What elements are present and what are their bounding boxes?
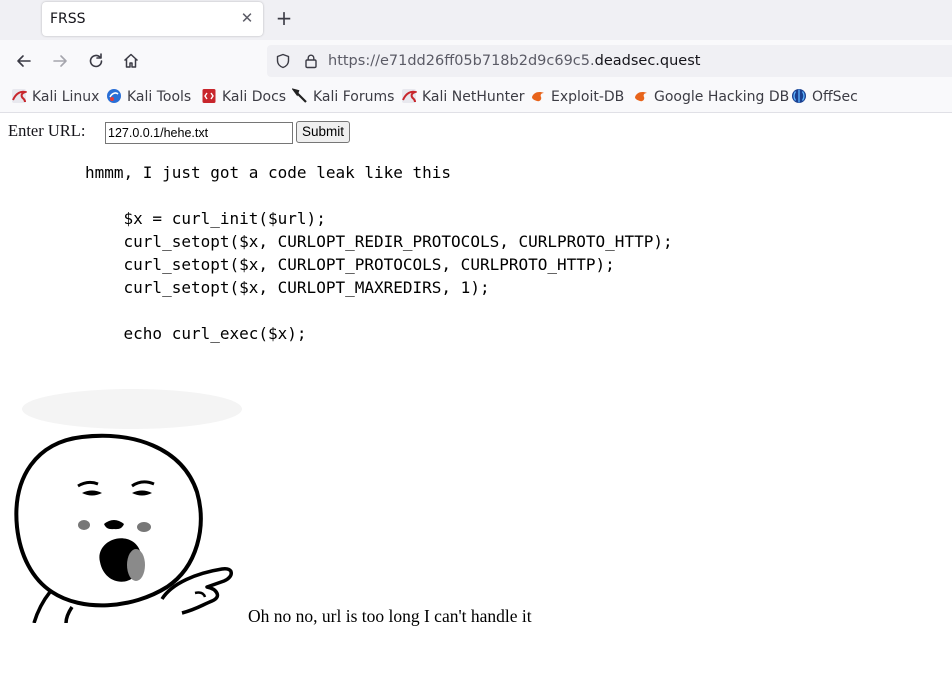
kali-tools-icon [107, 89, 121, 103]
exploit-db-icon [532, 92, 544, 102]
bookmark-kali-linux[interactable]: Kali Linux [11, 88, 99, 106]
kali-dragon-icon [402, 89, 417, 103]
bookmark-kali-tools[interactable]: Kali Tools [106, 88, 191, 106]
page-content: Enter URL: 127.0.0.1/hehe.txt Submit hmm… [0, 113, 952, 686]
url-text[interactable]: https://e71dd26ff05b718b2d9c69c5.deadsec… [328, 53, 700, 69]
kali-docs-icon [202, 89, 216, 103]
forward-arrow-icon[interactable] [50, 51, 70, 71]
shield-icon[interactable] [275, 53, 291, 69]
offsec-icon [792, 89, 806, 103]
kali-forums-icon [292, 88, 307, 103]
address-bar[interactable]: https://e71dd26ff05b718b2d9c69c5.deadsec… [267, 45, 952, 77]
caption-text: Oh no no, url is too long I can't handle… [248, 606, 532, 626]
bookmark-label: Exploit-DB [551, 89, 625, 105]
url-prefix: https://e71dd26ff05b718b2d9c69c5. [328, 53, 595, 69]
bookmark-kali-forums[interactable]: Kali Forums [292, 88, 394, 106]
exploit-db-icon [635, 92, 647, 102]
meme-face-image [14, 389, 242, 623]
bookmark-label: Kali Linux [32, 89, 100, 105]
tab-frss[interactable]: FRSS ✕ [42, 2, 263, 36]
bookmark-label: Kali Docs [222, 89, 287, 105]
bookmark-label: Kali Forums [313, 89, 395, 105]
bookmark-label: OffSec [812, 89, 858, 105]
close-icon[interactable]: ✕ [239, 10, 255, 26]
bookmark-label: Kali Tools [127, 89, 192, 105]
tab-title: FRSS [50, 11, 86, 27]
reload-icon[interactable] [86, 51, 106, 71]
home-icon[interactable] [121, 51, 141, 71]
bookmark-label: Google Hacking DB [654, 89, 790, 105]
navigation-bar: https://e71dd26ff05b718b2d9c69c5.deadsec… [0, 40, 952, 82]
submit-button[interactable]: Submit [296, 121, 350, 143]
bookmark-exploit-db[interactable]: Exploit-DB [530, 88, 624, 106]
url-input[interactable]: 127.0.0.1/hehe.txt [105, 122, 293, 144]
bookmark-label: Kali NetHunter [422, 89, 525, 105]
tab-strip: FRSS ✕ + [0, 0, 952, 40]
back-arrow-icon[interactable] [14, 51, 34, 71]
new-tab-plus-icon[interactable]: + [274, 8, 294, 28]
bookmarks-toolbar: Kali Linux Kali Tools Kali Docs Kali For… [0, 82, 952, 113]
bookmark-kali-docs[interactable]: Kali Docs [201, 88, 286, 106]
url-form: Enter URL: 127.0.0.1/hehe.txt Submit [8, 121, 350, 144]
bookmark-google-hacking-db[interactable]: Google Hacking DB [633, 88, 789, 106]
url-label: Enter URL: [8, 121, 86, 140]
url-host: deadsec.quest [594, 53, 701, 69]
bookmark-kali-nethunter[interactable]: Kali NetHunter [401, 88, 524, 106]
code-leak-text: hmmm, I just got a code leak like this $… [85, 163, 673, 343]
lock-icon[interactable] [303, 53, 319, 69]
kali-dragon-icon [12, 89, 27, 103]
bookmark-offsec[interactable]: OffSec [791, 88, 858, 106]
